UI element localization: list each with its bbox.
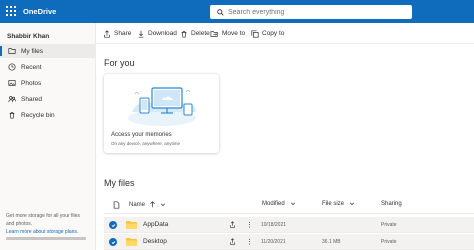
my-files-heading: My files [104, 178, 135, 188]
file-type-column-header[interactable] [113, 201, 120, 209]
folder-icon [126, 221, 137, 229]
name-column-header[interactable]: Name [129, 201, 166, 208]
header-divider [104, 213, 474, 214]
copy-to-label: Copy to [262, 30, 285, 37]
more-options-icon[interactable]: ⋮ [246, 238, 253, 246]
storage-promo-text: Get more storage for all your files and … [6, 213, 80, 227]
sidebar-item-photos[interactable]: Photos [0, 76, 95, 90]
app-title[interactable]: OneDrive [23, 7, 56, 16]
share-button[interactable]: Share [103, 28, 131, 39]
for-you-heading: For you [104, 58, 135, 68]
search-input[interactable] [228, 8, 398, 16]
file-size-column-header[interactable]: File size [322, 201, 355, 207]
sharing-column-header[interactable]: Sharing [381, 201, 402, 207]
sidebar-item-label: Recycle bin [21, 111, 55, 119]
image-icon [7, 79, 16, 88]
trash-icon [7, 111, 16, 120]
sidebar-item-label: Shared [21, 95, 42, 103]
sidebar-item-label: My files [21, 47, 44, 55]
chevron-down-icon [349, 202, 355, 206]
card-title: Access your memories [111, 132, 172, 138]
sidebar-item-recent[interactable]: Recent [0, 60, 95, 74]
share-icon [104, 29, 110, 38]
download-icon [138, 30, 144, 38]
share-icon[interactable] [229, 221, 236, 228]
download-label: Download [148, 30, 177, 37]
search-box[interactable] [210, 5, 412, 19]
move-to-button[interactable]: Move to [210, 28, 245, 39]
storage-bar [6, 237, 86, 240]
main-content: Share Download Delete Move to Copy to Fo… [96, 23, 474, 250]
devices-illustration [128, 87, 196, 126]
table-row[interactable]: AppData ⋮ 10/18/2021 Private [104, 217, 474, 233]
file-size-header-label: File size [322, 201, 345, 207]
sidebar-item-my-files[interactable]: My files [0, 44, 95, 58]
table-row[interactable]: Desktop ⋮ 11/20/2021 36.1 MB Private [104, 234, 474, 250]
sidebar: Shabbir Khan My files Recent Photos Shar… [0, 23, 96, 250]
modified-header-label: Modified [262, 201, 285, 207]
modified-date: 11/20/2021 [261, 239, 286, 245]
card-subtitle: On any device, anywhere, anytime [111, 141, 181, 146]
search-icon [217, 8, 224, 16]
more-options-icon[interactable]: ⋮ [246, 221, 253, 229]
sharing-header-label: Sharing [381, 201, 402, 207]
chevron-down-icon [290, 202, 295, 206]
sort-up-icon [150, 201, 155, 208]
user-name: Shabbir Khan [7, 33, 50, 40]
move-to-label: Move to [222, 30, 246, 37]
share-icon[interactable] [229, 238, 236, 245]
move-icon [210, 30, 218, 37]
sidebar-item-label: Recent [21, 63, 42, 71]
folder-icon [126, 238, 137, 246]
sidebar-item-recycle-bin[interactable]: Recycle bin [0, 108, 95, 122]
file-name[interactable]: AppData [143, 221, 168, 228]
copy-to-button[interactable]: Copy to [251, 28, 284, 39]
storage-plans-link[interactable]: Learn more about storage plans. [6, 229, 78, 235]
sharing-status: Private [381, 222, 397, 228]
file-icon [113, 201, 120, 209]
delete-label: Delete [191, 30, 210, 37]
sidebar-item-label: Photos [21, 79, 42, 87]
name-header-label: Name [129, 201, 146, 208]
clock-icon [7, 63, 16, 72]
top-bar: OneDrive [0, 0, 474, 23]
sharing-status: Private [381, 239, 397, 245]
folder-icon [7, 47, 16, 56]
chevron-down-icon [160, 203, 166, 206]
share-label: Share [114, 30, 132, 37]
download-button[interactable]: Download [137, 28, 177, 39]
memories-card[interactable]: Access your memories On any device, anyw… [104, 74, 219, 153]
file-name[interactable]: Desktop [143, 238, 167, 245]
checkbox-checked-icon[interactable] [109, 238, 117, 246]
people-icon [7, 95, 16, 104]
trash-icon [181, 30, 187, 38]
modified-column-header[interactable]: Modified [262, 201, 296, 207]
delete-button[interactable]: Delete [180, 28, 210, 39]
file-size: 36.1 MB [322, 239, 341, 245]
app-launcher-icon[interactable] [6, 6, 16, 16]
modified-date: 10/18/2021 [261, 222, 287, 228]
copy-icon [251, 29, 259, 38]
command-bar: Share Download Delete Move to Copy to [96, 23, 474, 44]
sidebar-item-shared[interactable]: Shared [0, 92, 95, 106]
checkbox-checked-icon[interactable] [109, 221, 117, 229]
